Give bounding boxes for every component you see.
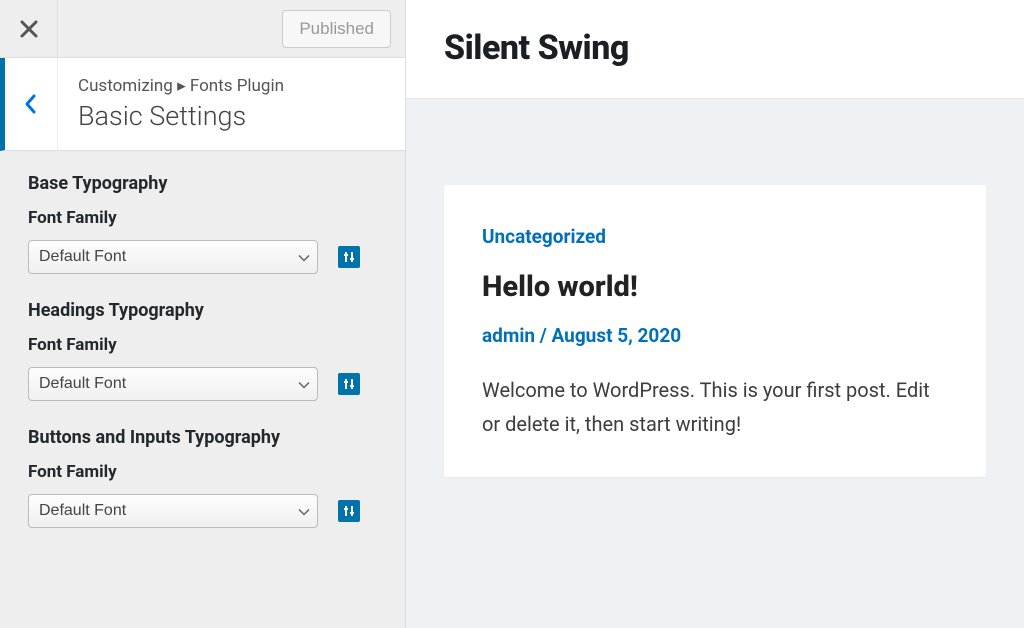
close-button[interactable] — [0, 0, 58, 58]
field-label-base-font: Font Family — [28, 208, 377, 228]
select-row-buttons: Default Font — [28, 494, 377, 528]
sliders-icon — [342, 377, 356, 391]
font-family-select-base[interactable]: Default Font — [28, 240, 318, 274]
typography-settings-button-buttons[interactable] — [338, 500, 360, 522]
field-label-headings-font: Font Family — [28, 335, 377, 355]
select-wrap: Default Font — [28, 367, 318, 401]
publish-status-button[interactable]: Published — [282, 10, 391, 48]
font-family-select-headings[interactable]: Default Font — [28, 367, 318, 401]
breadcrumb-panel: Customizing ▸ Fonts Plugin Basic Setting… — [0, 58, 405, 151]
post-title-link[interactable]: Hello world! — [482, 270, 948, 304]
select-wrap: Default Font — [28, 240, 318, 274]
post-excerpt: Welcome to WordPress. This is your first… — [482, 373, 948, 441]
post-category-link[interactable]: Uncategorized — [482, 225, 948, 248]
post-meta: admin / August 5, 2020 — [482, 324, 948, 347]
customizer-topbar: Published — [0, 0, 405, 58]
select-row-headings: Default Font — [28, 367, 377, 401]
sliders-icon — [342, 250, 356, 264]
field-label-buttons-font: Font Family — [28, 462, 377, 482]
sliders-icon — [342, 504, 356, 518]
section-heading-buttons: Buttons and Inputs Typography — [28, 427, 377, 448]
breadcrumb-prefix: Customizing — [78, 76, 173, 96]
post-date: August 5, 2020 — [552, 324, 682, 347]
breadcrumb-text: Customizing ▸ Fonts Plugin Basic Setting… — [58, 58, 405, 150]
site-title[interactable]: Silent Swing — [444, 28, 986, 68]
breadcrumb-parent: Fonts Plugin — [190, 76, 284, 96]
site-header: Silent Swing — [406, 0, 1024, 99]
back-button[interactable] — [5, 58, 58, 150]
section-heading-base: Base Typography — [28, 173, 377, 194]
close-icon — [20, 20, 38, 38]
chevron-left-icon — [24, 93, 38, 115]
font-family-select-buttons[interactable]: Default Font — [28, 494, 318, 528]
select-row-base: Default Font — [28, 240, 377, 274]
page-title: Basic Settings — [78, 100, 385, 132]
post-meta-separator: / — [535, 324, 552, 347]
breadcrumb-separator: ▸ — [177, 76, 186, 96]
select-wrap: Default Font — [28, 494, 318, 528]
section-heading-headings: Headings Typography — [28, 300, 377, 321]
post-author-link[interactable]: admin — [482, 324, 535, 347]
typography-settings-button-headings[interactable] — [338, 373, 360, 395]
controls-area: Base Typography Font Family Default Font… — [0, 151, 405, 576]
typography-settings-button-base[interactable] — [338, 246, 360, 268]
preview-pane: Silent Swing Uncategorized Hello world! … — [406, 0, 1024, 628]
post-card: Uncategorized Hello world! admin / Augus… — [444, 185, 986, 477]
preview-body: Uncategorized Hello world! admin / Augus… — [406, 99, 1024, 628]
customizer-sidebar: Published Customizing ▸ Fonts Plugin Bas… — [0, 0, 406, 628]
breadcrumb: Customizing ▸ Fonts Plugin — [78, 76, 385, 96]
